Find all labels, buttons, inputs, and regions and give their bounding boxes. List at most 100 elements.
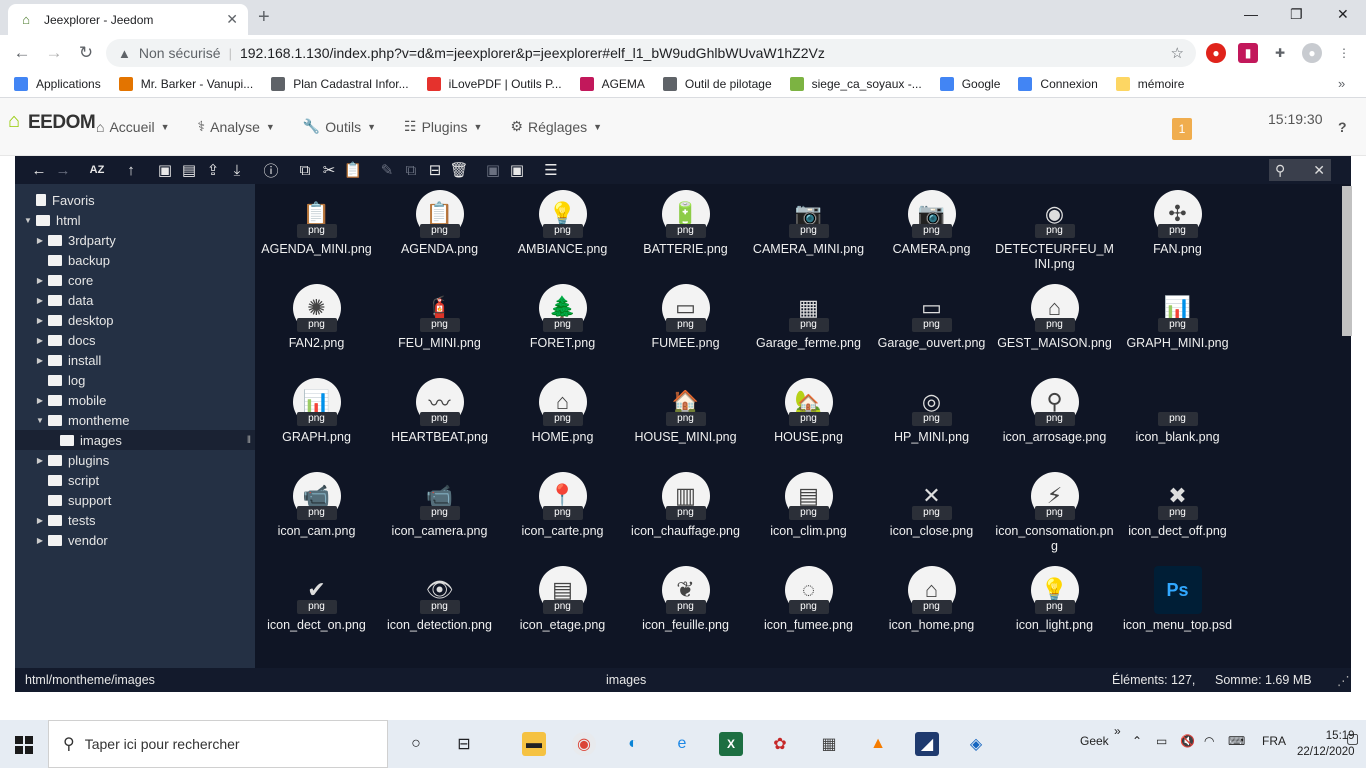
file-item[interactable]: ⌂ png icon_home.png: [870, 560, 993, 654]
tree-item[interactable]: script: [15, 470, 255, 490]
tree-item[interactable]: ▶ install: [15, 350, 255, 370]
file-item[interactable]: ⌂ png HOME.png: [501, 372, 624, 466]
extract-icon[interactable]: ▣: [505, 161, 529, 179]
file-item[interactable]: 🏠 png HOUSE_MINI.png: [624, 372, 747, 466]
expand-arrow-icon[interactable]: ▶: [35, 396, 45, 405]
bookmark-item[interactable]: iLovePDF | Outils P...: [426, 77, 562, 91]
file-item[interactable]: ✕ png icon_close.png: [870, 466, 993, 560]
jeedom-logo[interactable]: ⌂ EEDOM: [8, 110, 96, 136]
file-item[interactable]: ⌂ png GEST_MAISON.png: [993, 278, 1116, 372]
chrome-icon[interactable]: ◉: [572, 732, 596, 756]
profile-avatar-icon[interactable]: ●: [1302, 43, 1322, 63]
file-item[interactable]: 📊 png GRAPH.png: [255, 372, 378, 466]
bookmark-item[interactable]: Applications: [14, 77, 101, 91]
task-view-icon[interactable]: ⊟: [452, 732, 476, 756]
expand-arrow-icon[interactable]: ▶: [35, 276, 45, 285]
menu-stethoscope[interactable]: ⚕ Analyse ▼: [198, 118, 275, 135]
file-item[interactable]: 📋 png AGENDA_MINI.png: [255, 184, 378, 278]
notifications-icon[interactable]: ▢: [1346, 730, 1359, 747]
forward-icon[interactable]: →: [38, 43, 70, 63]
more-bookmarks-icon[interactable]: »: [1338, 76, 1345, 91]
tree-item[interactable]: ▼ montheme: [15, 410, 255, 430]
bookmark-item[interactable]: mémoire: [1115, 77, 1184, 91]
expand-arrow-icon[interactable]: ▼: [23, 216, 33, 225]
taskbar-search[interactable]: ⚲ Taper ici pour rechercher: [48, 720, 388, 768]
file-item[interactable]: ◌ png icon_fumee.png: [747, 560, 870, 654]
restore-icon[interactable]: ❐: [1290, 6, 1303, 23]
file-item[interactable]: 🌲 png FORET.png: [501, 278, 624, 372]
reload-icon[interactable]: ↻: [70, 43, 102, 63]
page-scrollbar[interactable]: [1342, 186, 1352, 336]
file-item[interactable]: ⚲ png icon_arrosage.png: [993, 372, 1116, 466]
file-item[interactable]: 📊 png GRAPH_MINI.png: [1116, 278, 1239, 372]
tray-chevron-icon[interactable]: ⌃: [1132, 734, 1142, 748]
expand-arrow-icon[interactable]: ▶: [35, 236, 45, 245]
expand-arrow-icon[interactable]: ▶: [35, 296, 45, 305]
calculator-icon[interactable]: ▦: [817, 732, 841, 756]
edit-icon[interactable]: ⊟: [423, 161, 447, 179]
chrome-menu-icon[interactable]: ⋮: [1334, 43, 1354, 63]
file-item[interactable]: 🏡 png HOUSE.png: [747, 372, 870, 466]
help-icon[interactable]: ?: [1338, 119, 1347, 135]
expand-arrow-icon[interactable]: ▶: [35, 356, 45, 365]
file-item[interactable]: ✖ png icon_dect_off.png: [1116, 466, 1239, 560]
menu-list[interactable]: ☷ Plugins ▼: [404, 118, 482, 135]
menu-gear[interactable]: ⚙ Réglages ▼: [510, 118, 602, 135]
rename-icon[interactable]: ✎: [375, 161, 399, 179]
file-item[interactable]: png icon_blank.png: [1116, 372, 1239, 466]
tree-item[interactable]: ▶ mobile: [15, 390, 255, 410]
expand-arrow-icon[interactable]: ▶: [35, 336, 45, 345]
file-item[interactable]: ❦ png icon_feuille.png: [624, 560, 747, 654]
search-icon[interactable]: ⚲: [1275, 162, 1285, 179]
bookmark-item[interactable]: Outil de pilotage: [662, 77, 772, 91]
file-item[interactable]: 📹 png icon_cam.png: [255, 466, 378, 560]
file-item[interactable]: 📷 png CAMERA_MINI.png: [747, 184, 870, 278]
language-indicator[interactable]: FRA: [1262, 734, 1286, 748]
url-text[interactable]: 192.168.1.130/index.php?v=d&m=jeexplorer…: [240, 45, 1171, 61]
paint-icon[interactable]: ✿: [768, 732, 792, 756]
tree-item[interactable]: ▶ data: [15, 290, 255, 310]
file-item[interactable]: 🧯 png FEU_MINI.png: [378, 278, 501, 372]
keyboard-icon[interactable]: ⌨: [1228, 734, 1245, 748]
file-item[interactable]: Ps icon_menu_top.psd: [1116, 560, 1239, 654]
file-item[interactable]: 📹 png icon_camera.png: [378, 466, 501, 560]
back-icon[interactable]: ←: [6, 43, 38, 63]
archive-icon[interactable]: ▣: [481, 161, 505, 179]
tree-item[interactable]: support: [15, 490, 255, 510]
wifi-icon[interactable]: ◠: [1204, 734, 1214, 748]
file-item[interactable]: 💡 png AMBIANCE.png: [501, 184, 624, 278]
app-icon[interactable]: ◢: [915, 732, 939, 756]
tree-item[interactable]: Favoris: [15, 190, 255, 210]
new-file-icon[interactable]: ▤: [177, 161, 201, 179]
bookmark-item[interactable]: siege_ca_soyaux -...: [789, 77, 922, 91]
upload-icon[interactable]: ⇪: [201, 161, 225, 179]
expand-arrow-icon[interactable]: ▶: [35, 316, 45, 325]
file-item[interactable]: ◎ png HP_MINI.png: [870, 372, 993, 466]
new-folder-icon[interactable]: ▣: [153, 161, 177, 179]
download-icon[interactable]: ⤓: [225, 162, 249, 179]
paste-icon[interactable]: 📋: [341, 161, 365, 179]
bookmark-item[interactable]: Google: [939, 77, 1000, 91]
virtualbox-icon[interactable]: ◈: [964, 732, 988, 756]
explorer-search[interactable]: ⚲ ✕: [1269, 159, 1331, 181]
bookmark-star-icon[interactable]: ☆: [1171, 44, 1184, 62]
battery-icon[interactable]: ▭: [1156, 734, 1167, 748]
view-list-icon[interactable]: ☰: [539, 161, 563, 179]
file-item[interactable]: ◉ png DETECTEURFEU_MINI.png: [993, 184, 1116, 278]
file-item[interactable]: ▭ png FUMEE.png: [624, 278, 747, 372]
tree-item[interactable]: ▶ desktop: [15, 310, 255, 330]
vlc-icon[interactable]: ▲: [866, 732, 890, 756]
tree-item[interactable]: ▼ html: [15, 210, 255, 230]
file-item[interactable]: ▤ png icon_etage.png: [501, 560, 624, 654]
mic-extension-icon[interactable]: ▮: [1238, 43, 1258, 63]
back-arrow-icon[interactable]: ←: [27, 162, 51, 179]
tree-item[interactable]: ▶ core: [15, 270, 255, 290]
extensions-puzzle-icon[interactable]: ✚: [1270, 43, 1290, 63]
geek-toolbar-label[interactable]: Geek: [1080, 734, 1109, 748]
close-search-icon[interactable]: ✕: [1313, 162, 1325, 179]
info-icon[interactable]: ⓘ: [259, 160, 283, 181]
up-arrow-icon[interactable]: ↑: [119, 162, 143, 179]
cut-icon[interactable]: ✂: [317, 161, 341, 179]
forward-arrow-icon[interactable]: →: [51, 162, 75, 179]
bookmark-item[interactable]: Mr. Barker - Vanupi...: [118, 77, 253, 91]
